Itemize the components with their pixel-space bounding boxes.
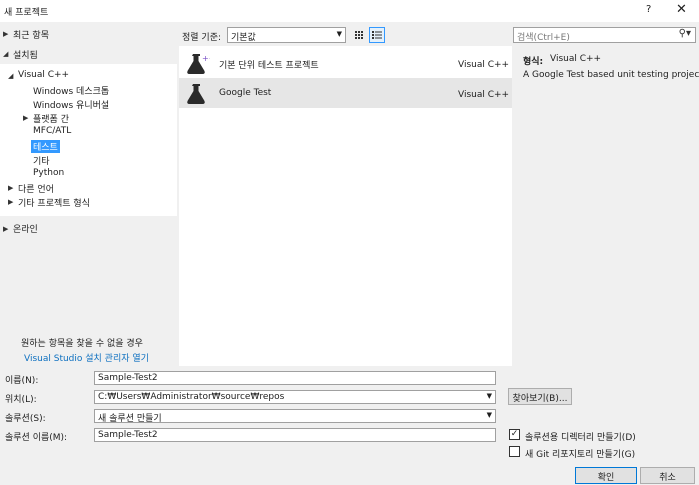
cancel-button[interactable]: 취소 — [640, 467, 695, 484]
nav-recent[interactable]: 최근 항목 — [13, 28, 49, 41]
template-item[interactable]: ++ 기본 단위 테스트 프로젝트 Visual C++ — [179, 48, 512, 78]
name-label: 이름(N): — [5, 376, 39, 386]
tree-item-other[interactable]: 기타 — [33, 154, 50, 167]
template-language: Visual C++ — [458, 90, 510, 100]
location-dropdown[interactable]: C:₩Users₩Administrator₩source₩repos ▼ — [94, 390, 496, 404]
tree-item-windows-desktop[interactable]: Windows 데스크톱 — [33, 84, 109, 97]
tree-item-visual-cpp[interactable]: Visual C++ — [18, 70, 69, 80]
template-language: Visual C++ — [458, 60, 510, 70]
tree-item-cross-platform[interactable]: 플랫폼 간 — [33, 112, 69, 125]
flask-icon — [187, 84, 205, 104]
chevron-down-icon: ▼ — [486, 411, 492, 419]
create-directory-checkbox[interactable]: ✓ — [509, 429, 520, 440]
open-installer-link[interactable]: Visual Studio 설치 관리자 열기 — [24, 351, 149, 364]
sort-label: 정렬 기준: — [182, 33, 222, 43]
collapse-arrow-icon[interactable]: ◢ — [3, 50, 8, 58]
expand-arrow-icon[interactable]: ▶ — [3, 225, 8, 233]
window-title: 새 프로젝트 — [4, 8, 49, 18]
not-finding-text: 원하는 항목을 찾을 수 없을 경우 — [21, 339, 143, 349]
sort-dropdown[interactable]: 기본값 ▼ — [227, 27, 346, 43]
title-bar: 새 프로젝트 ? ✕ — [0, 0, 699, 22]
solution-label: 솔루션(S): — [5, 414, 46, 424]
create-directory-label: 솔루션용 디렉터리 만들기(D) — [525, 433, 636, 443]
chevron-down-icon: ▼ — [336, 30, 342, 38]
nav-online[interactable]: 온라인 — [13, 222, 38, 235]
expand-arrow-icon[interactable]: ▶ — [3, 30, 8, 38]
nav-installed[interactable]: 설치됨 — [13, 48, 38, 61]
svg-text:++: ++ — [202, 54, 210, 63]
grid-view-icon — [355, 31, 363, 39]
expand-arrow-icon[interactable]: ▶ — [23, 114, 28, 122]
location-label: 위치(L): — [5, 395, 37, 405]
chevron-down-icon: ▼ — [486, 392, 492, 400]
git-repo-checkbox[interactable] — [509, 446, 520, 457]
solution-name-label: 솔루션 이름(M): — [5, 433, 68, 443]
browse-button[interactable]: 찾아보기(B)... — [508, 388, 572, 405]
solution-value: 새 솔루션 만들기 — [98, 414, 162, 424]
solution-name-input[interactable]: Sample-Test2 — [94, 428, 496, 442]
ok-button[interactable]: 확인 — [575, 467, 637, 484]
template-details: 형식: Visual C++ A Google Test based unit … — [514, 46, 699, 366]
tree-item-other-project-types[interactable]: 기타 프로젝트 형식 — [18, 196, 90, 209]
project-form: 이름(N): Sample-Test2 위치(L): C:₩Users₩Admi… — [0, 366, 699, 485]
search-input[interactable]: 검색(Ctrl+E) ⚲▾ — [513, 27, 696, 43]
type-value: Visual C++ — [550, 54, 602, 64]
type-label: 형식: — [523, 57, 544, 67]
location-value: C:₩Users₩Administrator₩source₩repos — [98, 392, 285, 402]
template-name: Google Test — [219, 88, 272, 98]
template-description: A Google Test based unit testing project… — [523, 70, 699, 80]
sort-value: 기본값 — [231, 33, 256, 43]
search-icon[interactable]: ⚲▾ — [679, 28, 691, 39]
list-view-button[interactable] — [369, 27, 385, 43]
solution-dropdown[interactable]: 새 솔루션 만들기 ▼ — [94, 409, 496, 424]
git-repo-label: 새 Git 리포지토리 만들기(G) — [525, 450, 636, 460]
expand-arrow-icon[interactable]: ▶ — [8, 198, 13, 206]
tree-item-test[interactable]: 테스트 — [31, 140, 60, 153]
expand-arrow-icon[interactable]: ▶ — [8, 184, 13, 192]
tree-item-windows-universal[interactable]: Windows 유니버설 — [33, 98, 109, 111]
installed-tree: ◢ Visual C++ Windows 데스크톱 Windows 유니버설 ▶… — [0, 64, 177, 216]
help-button[interactable]: ? — [646, 4, 651, 15]
search-placeholder: 검색(Ctrl+E) — [517, 33, 570, 43]
tree-item-other-languages[interactable]: 다른 언어 — [18, 182, 54, 195]
list-view-icon — [372, 31, 382, 39]
tree-item-python[interactable]: Python — [33, 168, 64, 178]
unit-test-flask-icon: ++ — [187, 54, 210, 74]
medium-icons-view-button[interactable] — [351, 27, 367, 43]
template-name: 기본 단위 테스트 프로젝트 — [219, 61, 319, 71]
project-name-input[interactable]: Sample-Test2 — [94, 371, 496, 385]
tree-item-mfc-atl[interactable]: MFC/ATL — [33, 126, 71, 136]
template-item[interactable]: Google Test Visual C++ — [179, 78, 512, 108]
collapse-arrow-icon[interactable]: ◢ — [8, 72, 13, 80]
close-button[interactable]: ✕ — [676, 2, 687, 17]
template-list: ++ 기본 단위 테스트 프로젝트 Visual C++ Google Test… — [179, 46, 512, 366]
